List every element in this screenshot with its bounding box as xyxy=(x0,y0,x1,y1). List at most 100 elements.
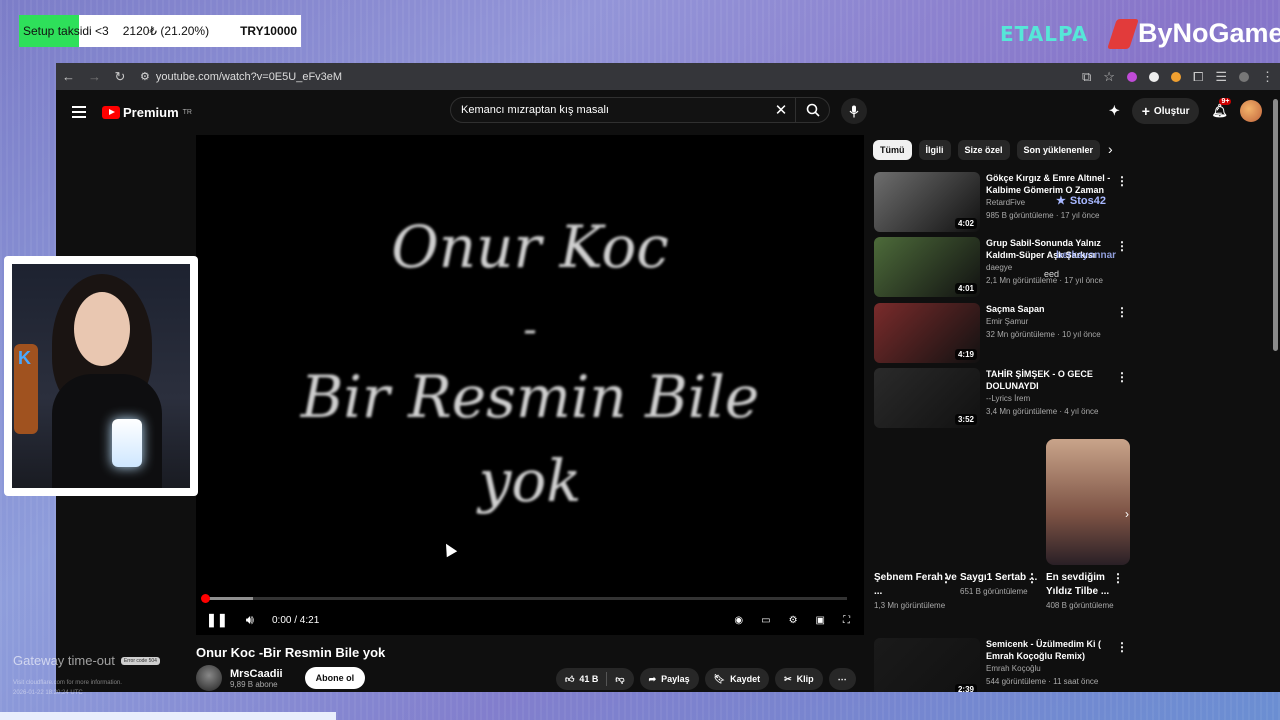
logo-text: Premium xyxy=(123,104,179,120)
more-vertical-icon[interactable]: ⋮ xyxy=(1116,239,1128,253)
more-vertical-icon[interactable]: ⋮ xyxy=(1116,174,1128,188)
site-info-icon[interactable]: ⚙ xyxy=(140,70,150,83)
chevron-right-icon[interactable]: › xyxy=(1108,141,1113,157)
chip-all[interactable]: Tümü xyxy=(873,140,912,160)
divider xyxy=(606,672,608,686)
more-vertical-icon[interactable]: ⋮ xyxy=(1026,571,1038,585)
fullscreen-icon[interactable]: ⛶ xyxy=(843,615,850,626)
search-button[interactable] xyxy=(795,98,829,122)
more-vertical-icon[interactable]: ⋮ xyxy=(1116,370,1128,384)
create-button[interactable]: + Oluştur xyxy=(1131,98,1200,124)
short-item[interactable]: Saygı1 Sertab ... 651 B görüntüleme ⋮ xyxy=(960,571,1046,612)
clip-button[interactable]: ✂ Klip xyxy=(775,668,823,690)
chip-related[interactable]: İlgili xyxy=(918,140,951,160)
more-actions-button[interactable]: ⋯ xyxy=(828,668,856,690)
error-code: Error code 504 xyxy=(120,656,160,665)
pause-icon[interactable]: ❚❚ xyxy=(206,612,228,628)
extension-icon[interactable] xyxy=(1126,71,1137,82)
settings-gear-icon[interactable]: ⚙ xyxy=(789,615,798,626)
more-vertical-icon[interactable]: ⋮ xyxy=(1116,305,1128,319)
dislike-icon[interactable]: 👎︎ xyxy=(615,674,624,685)
seek-bar[interactable] xyxy=(201,594,847,603)
chip-recent[interactable]: Son yüklenenler xyxy=(1016,140,1101,160)
video-player[interactable]: Onur Koc - Bir Resmin Bile yok ❚❚ 🔊︎ 0:0… xyxy=(196,135,864,635)
clear-search-icon[interactable]: ✕ xyxy=(767,101,795,119)
filter-chips: Tümü İlgili Size özel Son yüklenenler xyxy=(873,140,1101,160)
install-icon[interactable]: ⧉ xyxy=(1082,69,1091,85)
short-item[interactable]: Şebnem Ferah ve ... 1,3 Mn görüntüleme ⋮ xyxy=(874,571,960,612)
more-vertical-icon[interactable]: ⋮ xyxy=(1112,571,1124,585)
rec-channel[interactable]: Emir Şamur xyxy=(986,315,1116,328)
volume-icon[interactable]: 🔊︎ xyxy=(246,612,254,628)
reload-icon[interactable]: ↻ xyxy=(114,69,126,85)
rec-title[interactable]: Semicenk - Üzülmedim Ki ( Emrah Koçoğlu … xyxy=(986,638,1116,662)
menu-icon[interactable] xyxy=(72,106,86,118)
rec-title[interactable]: Gökçe Kırgız & Emre Altınel - Kalbime Gö… xyxy=(986,172,1116,196)
list-item[interactable]: 4:01 Grup Sabil-Sonunda Yalnız Kaldım-Sü… xyxy=(874,237,1134,297)
like-dislike-group: 👍︎ 41 B 👎︎ xyxy=(556,668,634,690)
browser-menu-icon[interactable]: ⋮ xyxy=(1261,69,1274,85)
rec-meta: 32 Mn görüntüleme · 10 yıl önce xyxy=(986,330,1101,339)
rec-channel[interactable]: --Lyrics İrem xyxy=(986,392,1116,405)
chat-message: ★ Stos42 xyxy=(1056,194,1106,208)
extension-icon[interactable] xyxy=(1148,71,1159,82)
profile-icon[interactable] xyxy=(1239,71,1249,82)
video-frame-text: - xyxy=(523,307,537,353)
plus-icon: + xyxy=(1141,103,1150,119)
bookmark-star-icon[interactable]: ☆ xyxy=(1103,69,1115,85)
subtitles-icon[interactable]: ▭ xyxy=(761,615,770,626)
video-thumbnail[interactable]: 3:52 xyxy=(874,368,980,428)
like-icon[interactable]: 👍︎ xyxy=(565,674,574,685)
like-count[interactable]: 41 B xyxy=(579,674,598,684)
rec-title[interactable]: Saçma Sapan xyxy=(986,303,1116,315)
cast-icon[interactable]: ✦ xyxy=(1109,103,1120,119)
address-bar[interactable]: ⚙ youtube.com/watch?v=0E5U_eFv3eM xyxy=(140,70,342,84)
short-item[interactable]: En sevdiğim Yıldız Tilbe ... 408 B görün… xyxy=(1046,571,1132,612)
channel-avatar[interactable] xyxy=(196,665,222,691)
rec-title[interactable]: TAHİR ŞİMŞEK - O GECE DOLUNAYDI xyxy=(986,368,1116,392)
chevron-right-icon[interactable]: › xyxy=(1118,505,1136,523)
more-vertical-icon[interactable]: ⋮ xyxy=(1116,640,1128,654)
video-thumbnail[interactable]: 4:19 xyxy=(874,303,980,363)
desk-lamp xyxy=(112,419,142,467)
miniplayer-icon[interactable]: ▣ xyxy=(816,615,825,626)
extensions-puzzle-icon[interactable]: ⧠ xyxy=(1193,69,1203,85)
share-button[interactable]: ➦ Paylaş xyxy=(639,668,699,690)
list-item[interactable]: 2:39 Semicenk - Üzülmedim Ki ( Emrah Koç… xyxy=(874,638,1134,692)
list-item[interactable]: 3:52 TAHİR ŞİMŞEK - O GECE DOLUNAYDI --Ly… xyxy=(874,368,1134,428)
chat-text: eed xyxy=(1044,269,1060,279)
search-box[interactable]: Kemancı mızraptan kış masalı ✕ xyxy=(450,97,830,123)
scrollbar[interactable] xyxy=(1273,99,1278,351)
browser-actions: ⧉ ☆ ⧠ ☰ ⋮ xyxy=(1082,69,1274,85)
save-button[interactable]: 🔖︎ Kaydet xyxy=(704,668,770,690)
back-icon[interactable]: ← xyxy=(62,69,75,84)
bynogame-logo: ByNoGame xyxy=(1107,18,1280,49)
list-item[interactable]: 4:19 Saçma Sapan Emir Şamur 32 Mn görüntül… xyxy=(874,303,1134,363)
subscribe-button[interactable]: Abone ol xyxy=(304,667,366,689)
search-input[interactable]: Kemancı mızraptan kış masalı xyxy=(461,104,767,116)
search-icon xyxy=(806,103,820,117)
channel-name[interactable]: MrsCaadii xyxy=(230,668,283,680)
autoplay-toggle-icon[interactable]: ◉ xyxy=(734,615,743,626)
shorts-shelf xyxy=(874,439,1130,565)
notifications-button[interactable]: 🔔︎ 9+ xyxy=(1211,98,1232,119)
bynogame-mark-icon xyxy=(1107,18,1139,49)
streamer-body xyxy=(52,374,162,488)
video-thumbnail[interactable]: 4:01 xyxy=(874,237,980,297)
subscriber-count: 9,89 B abone xyxy=(230,679,278,689)
rec-channel[interactable]: Emrah Koçoğlu xyxy=(986,662,1116,675)
chip-for-you[interactable]: Size özel xyxy=(957,140,1010,160)
video-thumbnail[interactable]: 4:02 xyxy=(874,172,980,232)
account-avatar[interactable] xyxy=(1240,100,1262,122)
forward-icon[interactable]: → xyxy=(88,69,101,84)
browser-window: ← → ↻ ⚙ youtube.com/watch?v=0E5U_eFv3eM … xyxy=(56,63,1280,692)
short-thumbnail[interactable] xyxy=(1046,439,1130,565)
tab-search-icon[interactable]: ☰ xyxy=(1215,69,1227,85)
voice-search-button[interactable] xyxy=(841,98,867,124)
more-vertical-icon[interactable]: ⋮ xyxy=(940,571,952,585)
seek-knob[interactable] xyxy=(201,594,210,603)
extension-icon[interactable] xyxy=(1170,71,1181,82)
youtube-premium-logo[interactable]: Premium TR xyxy=(102,105,192,120)
chat-username: berkayonnar xyxy=(1056,250,1117,261)
video-thumbnail[interactable]: 2:39 xyxy=(874,638,980,692)
